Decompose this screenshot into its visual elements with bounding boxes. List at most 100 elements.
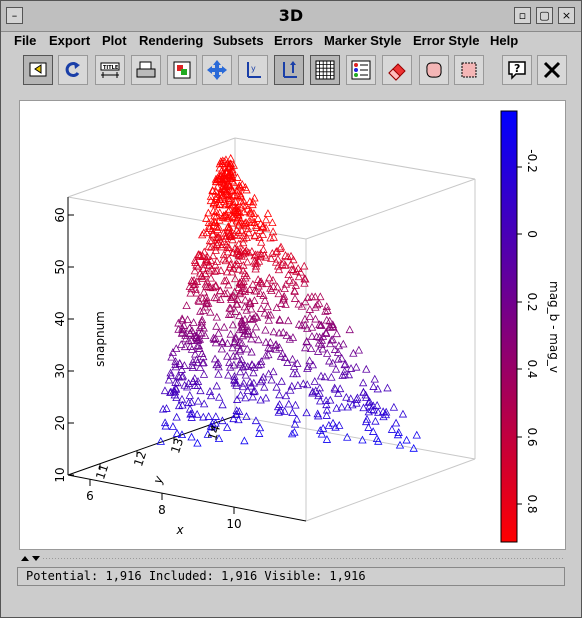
triangle-marker <box>280 284 289 293</box>
triangle-marker <box>289 369 298 378</box>
replot-button[interactable] <box>58 55 88 85</box>
eraser-icon <box>388 63 406 81</box>
eraser-button[interactable] <box>382 55 412 85</box>
svg-text:y: y <box>251 64 256 73</box>
grid-button[interactable] <box>310 55 340 85</box>
menu-export[interactable]: Export <box>49 33 90 48</box>
export-image-icon <box>173 61 191 79</box>
plot-panel[interactable]: 10 20 30 40 50 60 snapnum 11 12 13 14 y <box>19 100 566 550</box>
z-axis-label: snapnum <box>93 311 107 367</box>
axis-y-button[interactable]: y <box>238 55 268 85</box>
blob-subset-icon <box>426 62 442 78</box>
triangle-marker <box>300 261 309 270</box>
triangle-marker <box>214 392 224 401</box>
blob-subset-button[interactable] <box>419 55 449 85</box>
triangle-marker <box>212 381 221 390</box>
menu-subsets[interactable]: Subsets <box>213 33 264 48</box>
menu-marker-style[interactable]: Marker Style <box>324 33 401 48</box>
z-tick-label: 40 <box>53 311 67 326</box>
triangle-marker <box>261 393 271 402</box>
region-subset-icon <box>461 62 477 78</box>
toolbar: TITLE y ? <box>1 51 581 91</box>
triangle-marker <box>251 322 261 331</box>
axis-z-button[interactable] <box>274 55 304 85</box>
triangle-marker <box>302 408 311 417</box>
triangle-marker <box>332 329 341 338</box>
minimize-button[interactable]: ▫ <box>514 7 531 24</box>
menu-error-style[interactable]: Error Style <box>413 33 479 48</box>
triangle-marker <box>307 331 317 340</box>
triangle-marker <box>182 301 191 310</box>
triangle-marker <box>263 209 273 217</box>
exit-button[interactable] <box>23 55 53 85</box>
menu-errors[interactable]: Errors <box>274 33 313 48</box>
triangle-marker <box>269 327 278 336</box>
triangle-marker <box>160 386 170 395</box>
rotate-icon <box>207 60 227 80</box>
rotate-button[interactable] <box>202 55 232 85</box>
triangle-marker <box>325 356 334 365</box>
triangle-marker <box>402 435 411 444</box>
triangle-marker <box>261 215 271 224</box>
triangle-marker <box>391 418 401 427</box>
triangle-marker <box>212 321 221 330</box>
triangle-marker <box>398 409 408 418</box>
triangle-marker <box>227 267 237 276</box>
triangle-marker <box>276 351 286 360</box>
triangle-marker <box>368 427 378 435</box>
triangle-marker <box>318 344 327 353</box>
svg-text:?: ? <box>514 62 520 75</box>
triangle-marker <box>223 423 232 431</box>
plot-canvas[interactable]: 10 20 30 40 50 60 snapnum 11 12 13 14 y <box>20 101 565 549</box>
triangle-marker <box>331 364 341 373</box>
divider-down-arrow-icon[interactable] <box>32 556 40 561</box>
triangle-marker <box>291 400 300 409</box>
axis-y-icon: y <box>247 62 261 78</box>
maximize-button[interactable]: ▢ <box>536 7 553 24</box>
close-button[interactable] <box>537 55 567 85</box>
z-tick-label: 50 <box>53 259 67 274</box>
triangle-marker <box>212 312 221 321</box>
replot-icon <box>65 62 80 78</box>
triangle-marker <box>168 348 178 356</box>
help-button[interactable]: ? <box>502 55 532 85</box>
x-axis-label: x <box>175 523 184 537</box>
menu-plot[interactable]: Plot <box>102 33 127 48</box>
triangle-marker <box>290 294 300 302</box>
colorbar-tick-label: 0.6 <box>525 427 539 446</box>
triangle-marker <box>277 376 286 385</box>
triangle-marker <box>211 412 221 420</box>
triangle-marker <box>172 412 181 421</box>
divider-up-arrow-icon[interactable] <box>21 556 29 561</box>
triangle-marker <box>247 334 256 343</box>
axes-title-button[interactable]: TITLE <box>95 55 125 85</box>
status-text: Potential: 1,916 Included: 1,916 Visible… <box>26 569 366 583</box>
menu-file[interactable]: File <box>14 33 36 48</box>
y-axis-ticks: 11 12 13 14 y <box>93 423 223 486</box>
triangle-marker <box>218 400 227 409</box>
colorbar-label: mag_b - mag_v <box>547 281 561 373</box>
triangle-marker <box>281 279 291 288</box>
export-image-button[interactable] <box>167 55 197 85</box>
legend-button[interactable] <box>346 55 376 85</box>
colorbar-tick-label: 0.8 <box>525 494 539 513</box>
triangle-marker <box>354 345 364 354</box>
print-button[interactable] <box>131 55 161 85</box>
split-pane-divider[interactable] <box>19 551 565 561</box>
z-axis-ticks: 10 20 30 40 50 60 snapnum <box>53 207 107 482</box>
region-subset-button[interactable] <box>454 55 484 85</box>
menu-help[interactable]: Help <box>490 33 518 48</box>
axis-z-icon <box>283 61 297 78</box>
triangle-marker <box>288 408 297 417</box>
triangle-marker <box>199 370 209 378</box>
triangle-marker <box>370 374 379 383</box>
triangle-marker <box>264 369 273 378</box>
exit-icon <box>29 62 47 77</box>
colorbar-tick-label: 0 <box>525 230 539 238</box>
triangle-marker <box>206 391 216 400</box>
title-bar[interactable]: – 3D ▫ ▢ × <box>1 1 581 32</box>
close-window-button[interactable]: × <box>558 7 575 24</box>
menu-rendering[interactable]: Rendering <box>139 33 203 48</box>
legend-icon <box>351 60 371 80</box>
colorbar-tick-label: -0.2 <box>525 149 539 172</box>
